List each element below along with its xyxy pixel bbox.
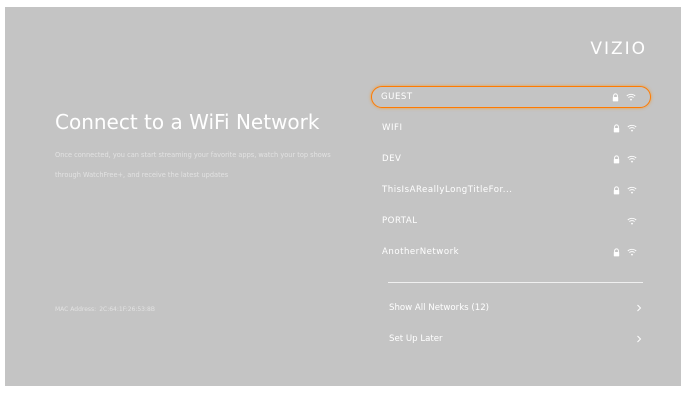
wifi-icon (627, 217, 637, 225)
vizio-logo: VIZIO (590, 39, 647, 59)
wifi-setup-screen: VIZIO Connect to a WiFi Network Once con… (5, 7, 681, 386)
network-name: PORTAL (382, 216, 418, 226)
wifi-icon (627, 124, 637, 132)
show-all-networks-button[interactable]: Show All Networks (12) (389, 297, 645, 319)
wifi-icon (627, 248, 637, 256)
network-item-guest[interactable]: GUEST (371, 86, 651, 108)
network-item-anothernetwork[interactable]: AnotherNetwork (371, 241, 651, 263)
lock-icon (611, 92, 620, 102)
network-item-dev[interactable]: DEV (371, 148, 651, 170)
network-list: GUEST WIFI DEV ThisIsAReallyLongTitleFor… (371, 86, 651, 272)
lock-icon (612, 154, 621, 164)
wifi-icon (627, 186, 637, 194)
set-up-later-button[interactable]: Set Up Later (389, 328, 645, 350)
network-name: ThisIsAReallyLongTitleFor... (382, 185, 513, 195)
show-all-networks-label: Show All Networks (12) (389, 303, 490, 313)
network-name: AnotherNetwork (382, 247, 460, 257)
chevron-right-icon (636, 335, 642, 343)
mac-address: MAC Address: 2C:64:1F:26:53:8B (55, 306, 155, 313)
page-description: Once connected, you can start streaming … (55, 151, 331, 179)
mac-address-label: MAC Address: (55, 306, 97, 313)
network-item-long-title[interactable]: ThisIsAReallyLongTitleFor... (371, 179, 651, 201)
options-list: Show All Networks (12) Set Up Later (389, 297, 645, 359)
chevron-right-icon (636, 304, 642, 312)
lock-icon (612, 185, 621, 195)
network-name: GUEST (381, 92, 413, 102)
lock-icon (612, 247, 621, 257)
network-name: WIFI (382, 123, 403, 133)
mac-address-value: 2C:64:1F:26:53:8B (99, 306, 155, 313)
network-name: DEV (382, 154, 402, 164)
divider (388, 282, 643, 283)
network-item-portal[interactable]: PORTAL (371, 210, 651, 232)
lock-icon (612, 123, 621, 133)
page-title: Connect to a WiFi Network (55, 110, 320, 134)
network-item-wifi[interactable]: WIFI (371, 117, 651, 139)
wifi-icon (626, 93, 636, 101)
set-up-later-label: Set Up Later (389, 334, 443, 344)
wifi-icon (627, 155, 637, 163)
